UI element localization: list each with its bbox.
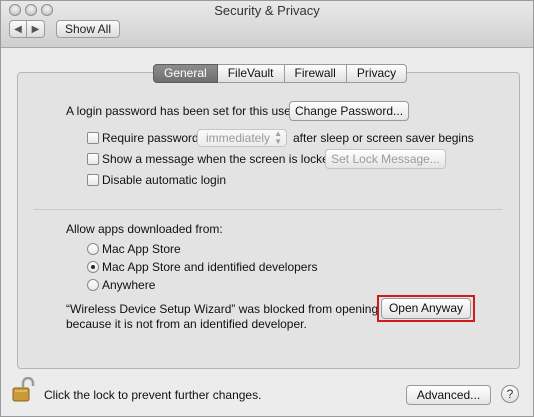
window-title: Security & Privacy [214, 3, 320, 18]
radio-anywhere[interactable] [87, 279, 99, 291]
tab-bar: General FileVault Firewall Privacy [153, 64, 408, 83]
help-icon[interactable]: ? [501, 385, 519, 403]
popup-arrows-icon: ▲ ▼ [274, 129, 282, 146]
after-sleep-text: after sleep or screen saver begins [293, 131, 474, 145]
radio-anywhere-label: Anywhere [102, 278, 156, 292]
radio-identified-developers-label: Mac App Store and identified developers [102, 260, 318, 274]
tab-general[interactable]: General [153, 64, 218, 83]
back-arrow-icon[interactable]: ◀ [9, 20, 27, 38]
show-all-button[interactable]: Show All [56, 20, 120, 38]
advanced-button[interactable]: Advanced... [406, 385, 491, 405]
show-message-label: Show a message when the screen is locked [102, 152, 336, 166]
require-password-checkbox[interactable] [87, 132, 99, 144]
change-password-button[interactable]: Change Password... [289, 101, 409, 121]
tab-firewall[interactable]: Firewall [284, 64, 347, 83]
back-forward-control: ◀ ▶ [9, 20, 46, 38]
allow-apps-heading: Allow apps downloaded from: [66, 222, 223, 236]
login-password-text: A login password has been set for this u… [66, 104, 295, 118]
section-divider [34, 209, 502, 210]
blocked-message-line1: “Wireless Device Setup Wizard” was block… [66, 302, 379, 316]
title-bar: Security & Privacy ◀ ▶ Show All [1, 1, 533, 48]
require-password-label: Require password [102, 131, 199, 145]
radio-mac-app-store-label: Mac App Store [102, 242, 181, 256]
set-lock-message-button[interactable]: Set Lock Message... [325, 149, 446, 169]
lock-status-text: Click the lock to prevent further change… [44, 388, 262, 402]
show-message-checkbox[interactable] [87, 153, 99, 165]
tab-privacy[interactable]: Privacy [346, 64, 408, 83]
lock-icon[interactable] [12, 377, 36, 403]
open-anyway-button[interactable]: Open Anyway [381, 298, 471, 319]
blocked-message-line2: because it is not from an identified dev… [66, 317, 307, 331]
disable-auto-login-label: Disable automatic login [102, 173, 227, 187]
require-password-delay-value: immediately [206, 131, 271, 145]
security-privacy-window: Security & Privacy ◀ ▶ Show All General … [0, 0, 534, 417]
disable-auto-login-checkbox[interactable] [87, 174, 99, 186]
radio-identified-developers[interactable] [87, 261, 99, 273]
require-password-delay-popup[interactable]: immediately ▲ ▼ [197, 129, 287, 147]
radio-mac-app-store[interactable] [87, 243, 99, 255]
forward-arrow-icon[interactable]: ▶ [27, 20, 45, 38]
tab-filevault[interactable]: FileVault [217, 64, 285, 83]
